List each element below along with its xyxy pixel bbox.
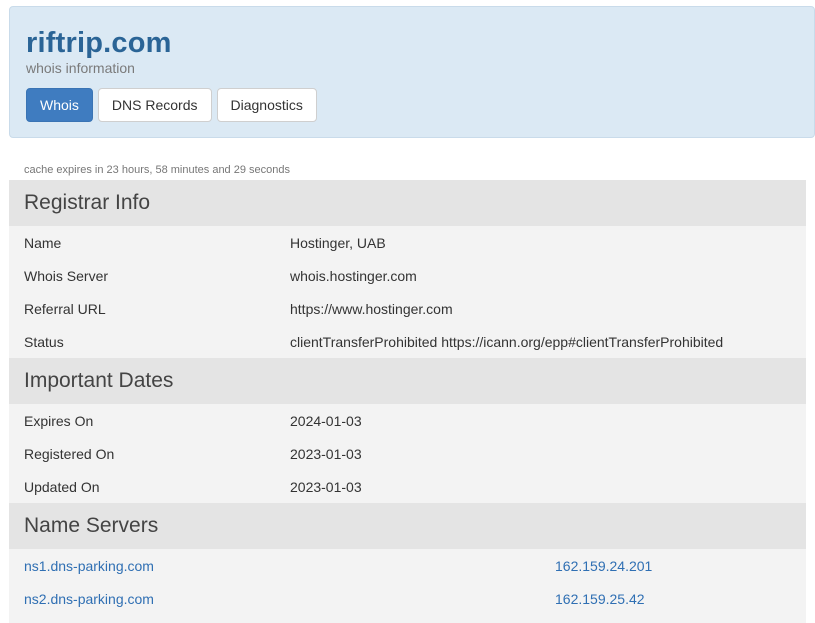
row-label: Whois Server <box>24 267 109 284</box>
row-label: Referral URL <box>24 300 106 317</box>
section-name-servers: Name Servers <box>9 503 806 549</box>
table-row: Referral URL https://www.hostinger.com <box>9 292 806 325</box>
tab-dns-records[interactable]: DNS Records <box>97 88 212 122</box>
row-value: Hostinger, UAB <box>290 234 386 251</box>
nameserver-link[interactable]: ns1.dns-parking.com <box>24 558 555 574</box>
row-value: whois.hostinger.com <box>290 267 417 284</box>
table-row: Name Hostinger, UAB <box>9 226 806 259</box>
table-row: Registered On 2023-01-03 <box>9 437 806 470</box>
nameserver-ip-link[interactable]: 162.159.25.42 <box>555 591 645 607</box>
row-label: Registered On <box>24 445 115 462</box>
domain-header: riftrip.com whois information Whois DNS … <box>9 6 815 138</box>
row-label: Name <box>24 234 62 251</box>
row-value: clientTransferProhibited https://icann.o… <box>290 333 724 350</box>
table-row: Expires On 2024-01-03 <box>9 404 806 437</box>
row-label: Updated On <box>24 478 100 495</box>
tab-diagnostics[interactable]: Diagnostics <box>216 88 317 122</box>
tab-bar: Whois DNS Records Diagnostics <box>26 88 317 122</box>
whois-page: riftrip.com whois information Whois DNS … <box>0 0 815 623</box>
tab-whois[interactable]: Whois <box>26 88 93 122</box>
table-row: ns1.dns-parking.com 162.159.24.201 <box>9 549 806 582</box>
row-label: Expires On <box>24 412 94 429</box>
table-row: Status clientTransferProhibited https://… <box>9 325 806 358</box>
row-label: Status <box>24 333 64 350</box>
domain-title: riftrip.com <box>26 27 172 59</box>
table-row: Whois Server whois.hostinger.com <box>9 259 806 292</box>
nameserver-link[interactable]: ns2.dns-parking.com <box>24 591 555 607</box>
nameserver-ip-link[interactable]: 162.159.24.201 <box>555 558 652 574</box>
row-value: https://www.hostinger.com <box>290 300 453 317</box>
row-value: 2023-01-03 <box>290 478 362 495</box>
table-row: ns2.dns-parking.com 162.159.25.42 <box>9 582 806 615</box>
whois-table: Registrar Info Name Hostinger, UAB Whois… <box>9 180 806 623</box>
section-important-dates: Important Dates <box>9 358 806 404</box>
cache-expiry-note: cache expires in 23 hours, 58 minutes an… <box>24 164 290 176</box>
section-registrar-info: Registrar Info <box>9 180 806 226</box>
table-row: Updated On 2023-01-03 <box>9 470 806 503</box>
domain-subtitle: whois information <box>26 60 135 76</box>
row-value: 2023-01-03 <box>290 445 362 462</box>
row-value: 2024-01-03 <box>290 412 362 429</box>
